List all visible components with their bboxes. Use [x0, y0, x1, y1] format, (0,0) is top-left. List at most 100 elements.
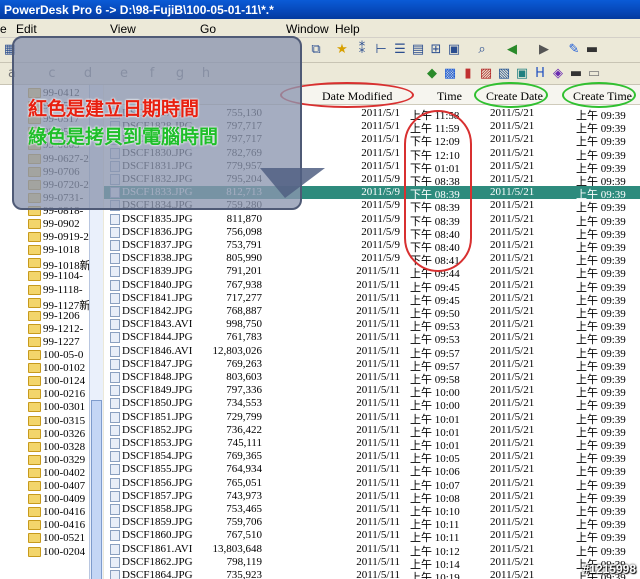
file-row[interactable]: DSCF1839.JPG 791,201 2011/5/11 上午 09:44 2011…: [104, 265, 640, 280]
file-row[interactable]: DSCF1848.JPG 803,603 2011/5/11 上午 09:58 2011…: [104, 371, 640, 386]
file-create-date: 2011/5/21: [490, 569, 535, 579]
file-row[interactable]: DSCF1837.JPG 753,791 2011/5/9 下午 08:40 2011/…: [104, 239, 640, 254]
tree-folder-item[interactable]: 99-1104-: [0, 270, 102, 283]
file-row[interactable]: DSCF1861.AVI 13,803,648 2011/5/11 上午 10:12 2…: [104, 543, 640, 558]
image-file-icon: [110, 570, 120, 579]
tree-folder-item[interactable]: 100-0416: [0, 506, 102, 519]
file-name: DSCF1862.JPG: [122, 555, 193, 568]
tree-folder-item[interactable]: 100-0315: [0, 415, 102, 428]
file-date-modified: 2011/5/11: [356, 371, 400, 383]
file-name: DSCF1850.JPG: [122, 397, 193, 410]
file-row[interactable]: DSCF1859.JPG 759,706 2011/5/11 上午 10:11 2011…: [104, 516, 640, 531]
file-row[interactable]: DSCF1844.JPG 761,783 2011/5/11 上午 09:53 2011…: [104, 331, 640, 346]
tree-folder-item[interactable]: 100-0521: [0, 532, 102, 545]
list-view-icon[interactable]: ☰: [392, 42, 408, 58]
tree-folder-label: 100-0521: [43, 532, 86, 545]
file-row[interactable]: DSCF1860.JPG 767,510 2011/5/11 上午 10:11 2011…: [104, 529, 640, 544]
file-row[interactable]: DSCF1841.JPG 717,277 2011/5/11 上午 09:45 2011…: [104, 292, 640, 307]
file-row[interactable]: DSCF1857.JPG 743,973 2011/5/11 上午 10:08 2011…: [104, 489, 640, 505]
tree-folder-item[interactable]: 100-05-0: [0, 349, 102, 362]
file-row[interactable]: DSCF1856.JPG 765,051 2011/5/11 上午 10:07 2011…: [104, 476, 640, 492]
menu-edit[interactable]: Edit: [16, 22, 37, 36]
file-date-modified: 2011/5/11: [356, 278, 400, 291]
file-create-date: 2011/5/21: [490, 476, 535, 489]
search-icon[interactable]: ⌕: [474, 42, 490, 58]
back-icon[interactable]: ◀: [504, 42, 520, 58]
media-icon[interactable]: ◈: [550, 66, 566, 82]
file-row[interactable]: DSCF1846.AVI 12,803,026 2011/5/11 上午 09:57 2…: [104, 345, 640, 360]
details-view-icon[interactable]: ▤: [410, 42, 426, 58]
menu-help[interactable]: Help: [335, 22, 360, 36]
tree-folder-item[interactable]: 100-0216: [0, 388, 102, 401]
menu-file[interactable]: e: [0, 22, 7, 36]
file-row[interactable]: DSCF1849.JPG 797,336 2011/5/11 上午 10:00 2011…: [104, 384, 640, 399]
tree-folder-item[interactable]: 99-1018新: [0, 257, 102, 272]
tree-icon[interactable]: ⊢: [373, 42, 389, 58]
h-app-icon[interactable]: H: [532, 66, 548, 82]
tree-folder-label: 100-0329: [43, 453, 86, 466]
tree-folder-item[interactable]: 99-1212-: [0, 323, 102, 336]
pdf-icon[interactable]: ▮: [460, 66, 476, 82]
tree-folder-item[interactable]: 99-1206: [0, 310, 102, 323]
tree-folder-item[interactable]: 99-1018: [0, 244, 102, 257]
file-name: DSCF1857.JPG: [122, 489, 193, 502]
column-time[interactable]: Time: [437, 89, 462, 104]
file-row[interactable]: DSCF1835.JPG 811,870 2011/5/9 下午 08:39 2011/…: [104, 213, 640, 228]
tree-folder-item[interactable]: 100-0326: [0, 428, 102, 441]
file-name: DSCF1838.JPG: [122, 252, 193, 265]
tree-folder-item[interactable]: 100-0124: [0, 375, 102, 388]
app-icon[interactable]: ◆: [424, 66, 440, 82]
camera-icon[interactable]: ▣: [514, 66, 530, 82]
file-row[interactable]: DSCF1864.JPG 735,923 2011/5/11 上午 10:19 2011…: [104, 569, 640, 579]
tree-folder-item[interactable]: 99-0919-2: [0, 231, 102, 244]
file-row[interactable]: DSCF1862.JPG 798,119 2011/5/11 上午 10:14 2011…: [104, 555, 640, 571]
tree-folder-item[interactable]: 99-0902: [0, 218, 102, 231]
tree-folder-label: 100-0416: [43, 506, 86, 519]
tree-folder-item[interactable]: 100-0409: [0, 493, 102, 506]
file-row[interactable]: DSCF1850.JPG 734,553 2011/5/11 上午 10:00 2011…: [104, 397, 640, 412]
tree-folder-item[interactable]: 99-1227: [0, 336, 102, 349]
tree-folder-item[interactable]: 100-0204: [0, 546, 102, 559]
monitor-icon[interactable]: ▭: [586, 66, 602, 82]
terminal-icon[interactable]: ▬: [568, 66, 584, 82]
forward-icon[interactable]: ▶: [536, 42, 552, 58]
thumbnails-icon[interactable]: ▣: [446, 42, 462, 58]
tree-scrollbar-thumb[interactable]: [91, 400, 102, 579]
tree-folder-item[interactable]: 99-1127新: [0, 297, 102, 312]
file-row[interactable]: DSCF1838.JPG 805,990 2011/5/9 下午 08:41 2011/…: [104, 252, 640, 267]
grid-view-icon[interactable]: ⊞: [428, 42, 444, 58]
file-row[interactable]: DSCF1843.AVI 998,750 2011/5/11 上午 09:53 2011…: [104, 318, 640, 333]
tree-folder-item[interactable]: 100-0416: [0, 519, 102, 532]
menu-go[interactable]: Go: [200, 22, 216, 36]
menu-window[interactable]: Window: [286, 22, 329, 36]
file-row[interactable]: DSCF1842.JPG 768,887 2011/5/11 上午 09:50 2011…: [104, 305, 640, 320]
tree-folder-item[interactable]: 100-0328: [0, 441, 102, 454]
tree-folder-item[interactable]: 100-0402: [0, 467, 102, 480]
file-row[interactable]: DSCF1855.JPG 764,934 2011/5/11 上午 10:06 2011…: [104, 463, 640, 478]
tree-folder-item[interactable]: 100-0407: [0, 480, 102, 493]
menu-view[interactable]: View: [110, 22, 136, 36]
file-row[interactable]: DSCF1840.JPG 767,938 2011/5/11 上午 09:45 2011…: [104, 278, 640, 294]
copy-icon[interactable]: ⧉: [308, 42, 324, 58]
file-row[interactable]: DSCF1854.JPG 769,365 2011/5/11 上午 10:05 2011…: [104, 450, 640, 465]
tree-folder-label: 100-0102: [43, 362, 86, 375]
pen-icon[interactable]: ✎: [566, 42, 582, 58]
image-editor-icon[interactable]: ▨: [478, 66, 494, 82]
file-row[interactable]: DSCF1853.JPG 745,111 2011/5/11 上午 10:01 2011…: [104, 437, 640, 452]
file-size: 803,603: [226, 371, 262, 383]
file-date-modified: 2011/5/11: [356, 357, 400, 370]
tree-folder-item[interactable]: 99-1118-: [0, 284, 102, 297]
favorites-star-icon[interactable]: ★: [334, 42, 350, 58]
file-row[interactable]: DSCF1847.JPG 769,263 2011/5/11 上午 09:57 2011…: [104, 357, 640, 373]
file-row[interactable]: DSCF1852.JPG 736,422 2011/5/11 上午 10:01 2011…: [104, 424, 640, 439]
file-row[interactable]: DSCF1858.JPG 753,465 2011/5/11 上午 10:10 2011…: [104, 503, 640, 518]
tree-folder-item[interactable]: 100-0301: [0, 401, 102, 414]
file-row[interactable]: DSCF1836.JPG 756,098 2011/5/9 下午 08:40 2011/…: [104, 226, 640, 241]
chart-app-icon[interactable]: ▧: [496, 66, 512, 82]
tree-folder-item[interactable]: 100-0329: [0, 453, 102, 467]
file-row[interactable]: DSCF1851.JPG 729,799 2011/5/11 上午 10:01 2011…: [104, 411, 640, 426]
command-prompt-icon[interactable]: ▬: [584, 42, 600, 58]
filter-icon[interactable]: ⁑: [354, 42, 370, 58]
tree-folder-item[interactable]: 100-0102: [0, 362, 102, 375]
photo-icon[interactable]: ▩: [442, 66, 458, 82]
